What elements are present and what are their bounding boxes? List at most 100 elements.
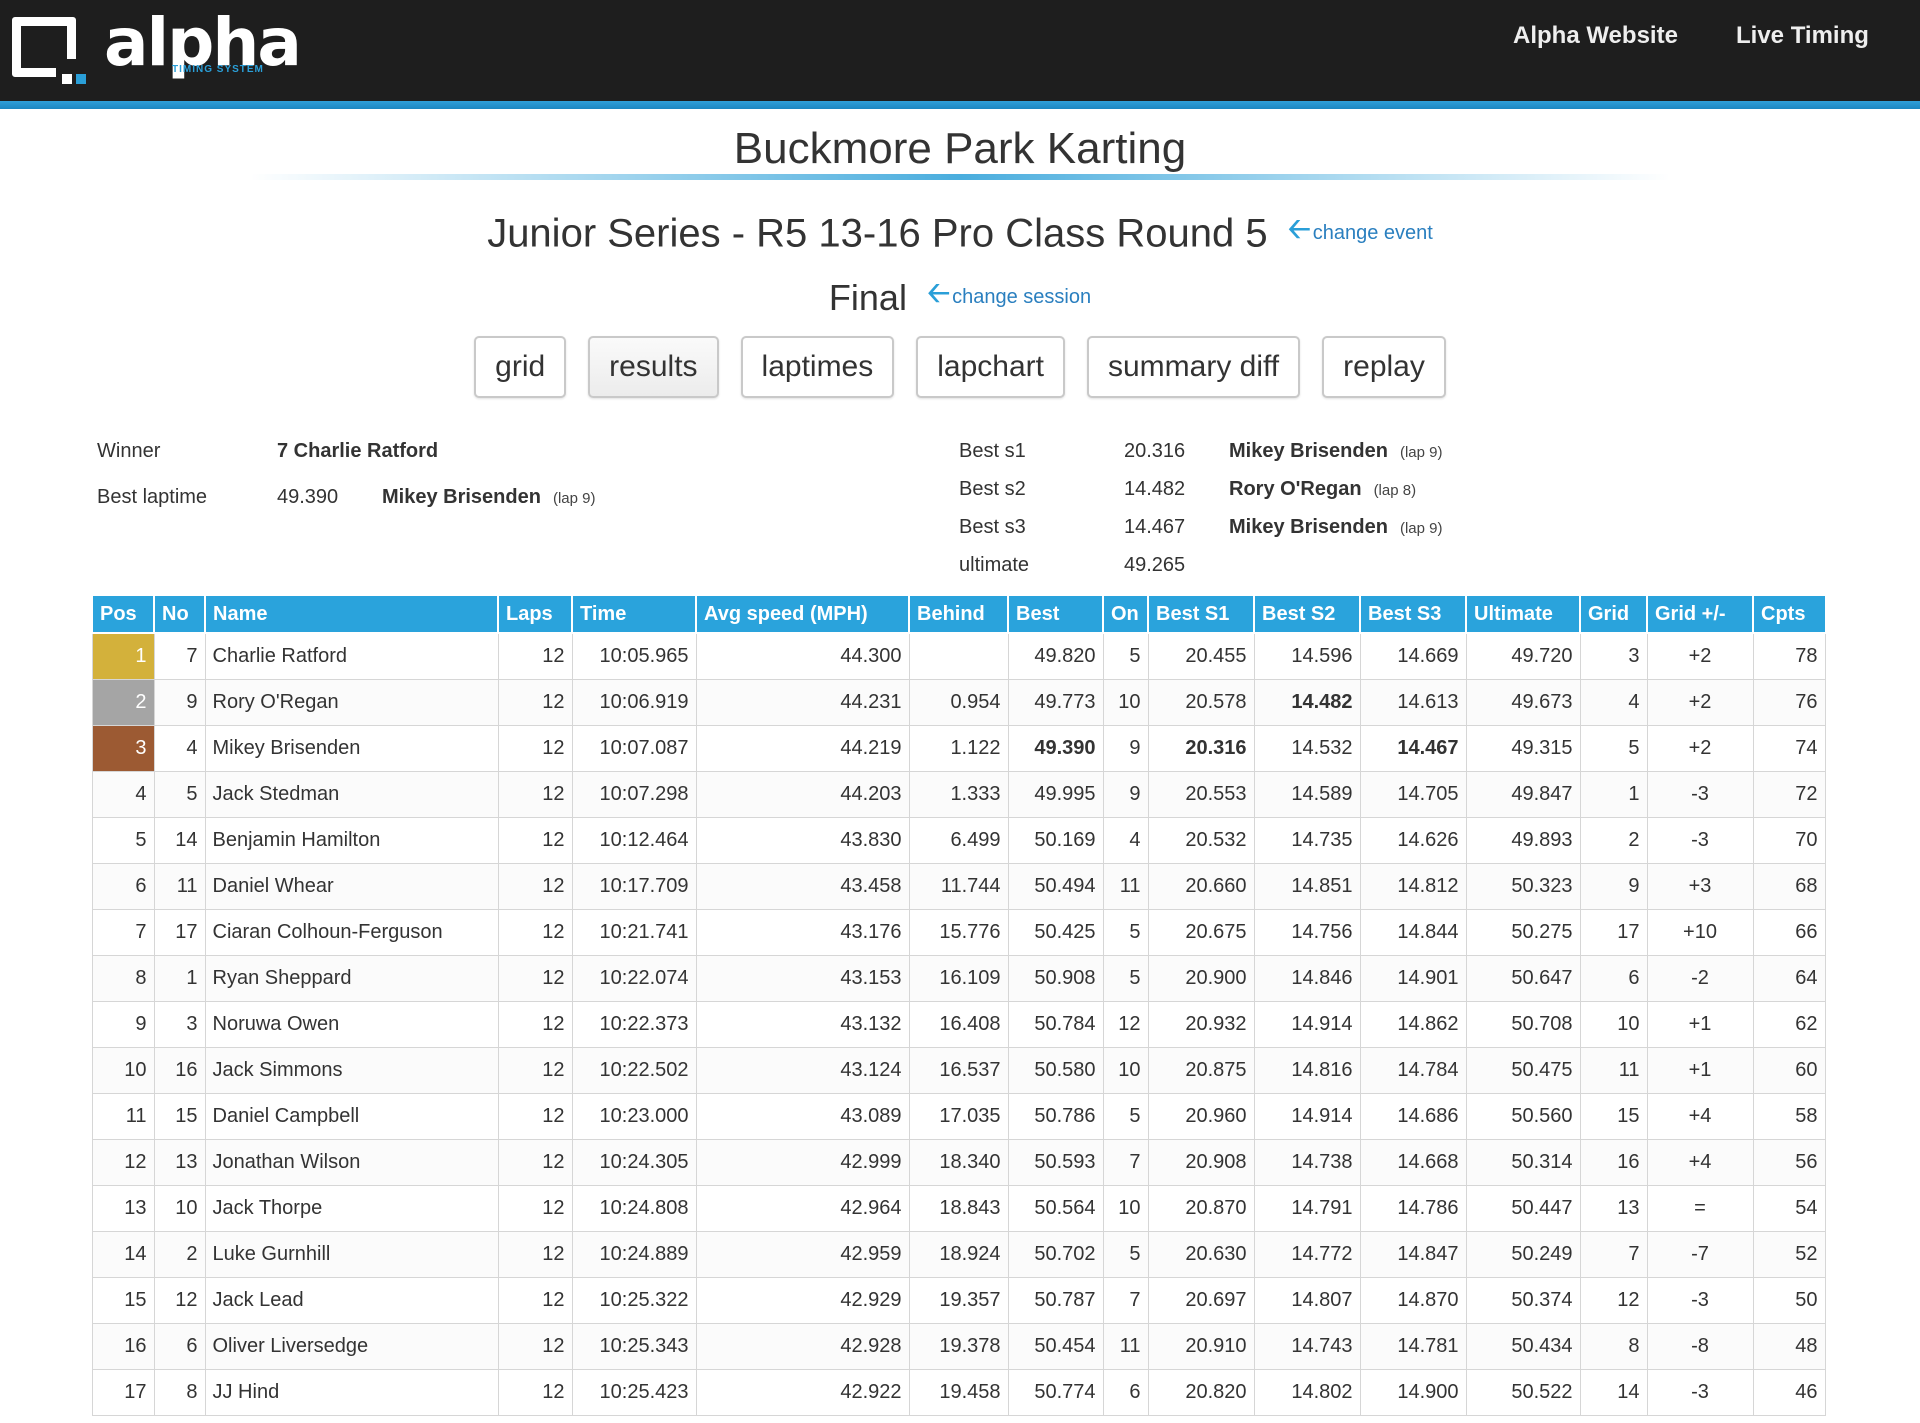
table-header-row: Pos No Name Laps Time Avg speed (MPH) Behind Be…: [91, 594, 1826, 634]
column-header[interactable]: No: [153, 594, 206, 634]
change-session-link[interactable]: 🡠 change session: [927, 277, 1091, 308]
table-cell: 12: [1102, 1000, 1149, 1048]
table-cell: 6: [1579, 954, 1648, 1002]
best-s2-driver: Rory O'Regan (lap 8): [1229, 478, 1417, 500]
table-cell: 5: [1579, 724, 1648, 772]
column-header[interactable]: Best: [1007, 594, 1104, 634]
table-cell: 12: [497, 1230, 573, 1278]
table-cell: 20.532: [1147, 816, 1255, 864]
column-header[interactable]: Ultimate: [1465, 594, 1581, 634]
table-cell: +4: [1646, 1138, 1754, 1186]
table-cell: 52: [1752, 1230, 1826, 1278]
table-cell: Jack Thorpe: [204, 1184, 499, 1232]
table-cell: 8: [91, 954, 155, 1002]
table-cell: 19.378: [908, 1322, 1009, 1370]
table-cell: 14.816: [1253, 1046, 1361, 1094]
table-row: 1 7 Charlie Ratford 12 10:05.965 44.300 49.820…: [91, 632, 1826, 680]
table-cell: 50.774: [1007, 1368, 1104, 1416]
column-header[interactable]: Name: [204, 594, 499, 634]
column-header[interactable]: Time: [571, 594, 697, 634]
table-cell: 50.425: [1007, 908, 1104, 956]
table-cell: 12: [153, 1276, 206, 1324]
table-cell: 14.901: [1359, 954, 1467, 1002]
table-cell: 10: [1102, 1046, 1149, 1094]
table-cell: 43.089: [695, 1092, 910, 1140]
column-header[interactable]: Avg speed (MPH): [695, 594, 910, 634]
table-cell: 5: [1102, 954, 1149, 1002]
tab-summary-diff[interactable]: summary diff: [1086, 336, 1301, 398]
table-cell: +2: [1646, 724, 1754, 772]
table-cell: 14.756: [1253, 908, 1361, 956]
table-cell: 1: [153, 954, 206, 1002]
table-cell: 19.357: [908, 1276, 1009, 1324]
table-cell: 49.315: [1465, 724, 1581, 772]
table-cell: 3: [153, 1000, 206, 1048]
table-cell: 10:07.087: [571, 724, 697, 772]
table-cell: 6: [153, 1322, 206, 1370]
alpha-logo[interactable]: alpha TIMING SYSTEM: [12, 4, 302, 92]
top-navbar: alpha TIMING SYSTEM Alpha Website Live T…: [0, 0, 1920, 101]
column-header[interactable]: Grid +/-: [1646, 594, 1754, 634]
table-cell: 12: [497, 1322, 573, 1370]
view-tabs: grid results laptimes lapchart summary d…: [0, 336, 1920, 398]
table-cell: 2: [153, 1230, 206, 1278]
table-cell: 50.560: [1465, 1092, 1581, 1140]
table-cell: 14: [91, 1230, 155, 1278]
table-cell: 7: [1102, 1276, 1149, 1324]
table-cell: 14.791: [1253, 1184, 1361, 1232]
table-cell: 6: [1102, 1368, 1149, 1416]
arrow-left-icon: 🡠: [927, 277, 951, 308]
table-cell: 5: [1102, 908, 1149, 956]
tab-laptimes[interactable]: laptimes: [740, 336, 895, 398]
table-row: 6 11 Daniel Whear 12 10:17.709 43.458 11.744 50…: [91, 862, 1826, 910]
table-cell: +4: [1646, 1092, 1754, 1140]
column-header[interactable]: Behind: [908, 594, 1009, 634]
table-cell: -8: [1646, 1322, 1754, 1370]
ultimate-label: ultimate: [959, 554, 1030, 576]
table-cell: 0.954: [908, 678, 1009, 726]
results-table: Pos No Name Laps Time Avg speed (MPH) Behind Be…: [91, 594, 1826, 1416]
table-cell: 16: [91, 1322, 155, 1370]
nav-alpha-website[interactable]: Alpha Website: [1513, 22, 1678, 50]
table-cell: 10: [1102, 1184, 1149, 1232]
table-cell: 44.231: [695, 678, 910, 726]
column-header[interactable]: Cpts: [1752, 594, 1826, 634]
table-cell: 20.675: [1147, 908, 1255, 956]
table-cell: Benjamin Hamilton: [204, 816, 499, 864]
column-header[interactable]: Pos: [91, 594, 155, 634]
table-cell: 14.870: [1359, 1276, 1467, 1324]
tab-replay[interactable]: replay: [1322, 336, 1446, 398]
column-header[interactable]: Best S3: [1359, 594, 1467, 634]
table-cell: 10: [91, 1046, 155, 1094]
table-cell: +1: [1646, 1000, 1754, 1048]
column-header[interactable]: Laps: [497, 594, 573, 634]
table-cell: 16: [1579, 1138, 1648, 1186]
table-cell: 20.630: [1147, 1230, 1255, 1278]
table-cell: 10:23.000: [571, 1092, 697, 1140]
column-header[interactable]: Grid: [1579, 594, 1648, 634]
table-cell: 74: [1752, 724, 1826, 772]
column-header[interactable]: On: [1102, 594, 1149, 634]
table-cell: 14.735: [1253, 816, 1361, 864]
table-cell: 14.482: [1253, 678, 1361, 726]
table-cell: 50.786: [1007, 1092, 1104, 1140]
nav-live-timing[interactable]: Live Timing: [1736, 22, 1869, 50]
best-s3-driver: Mikey Brisenden (lap 9): [1229, 516, 1443, 538]
table-cell: 50: [1752, 1276, 1826, 1324]
tab-grid[interactable]: grid: [474, 336, 567, 398]
venue-title: Buckmore Park Karting: [733, 124, 1187, 173]
table-cell: 14.669: [1359, 632, 1467, 680]
column-header[interactable]: Best S1: [1147, 594, 1255, 634]
table-cell: +10: [1646, 908, 1754, 956]
change-event-link[interactable]: 🡠 change event: [1288, 213, 1433, 244]
table-cell: 14.846: [1253, 954, 1361, 1002]
column-header[interactable]: Best S2: [1253, 594, 1361, 634]
table-cell: 14.705: [1359, 770, 1467, 818]
table-cell: 14.668: [1359, 1138, 1467, 1186]
tab-results[interactable]: results: [588, 336, 719, 398]
best-s3-label: Best s3: [959, 516, 1026, 538]
tab-lapchart[interactable]: lapchart: [916, 336, 1065, 398]
table-cell: JJ Hind: [204, 1368, 499, 1416]
table-cell: 42.999: [695, 1138, 910, 1186]
table-cell: 43.830: [695, 816, 910, 864]
